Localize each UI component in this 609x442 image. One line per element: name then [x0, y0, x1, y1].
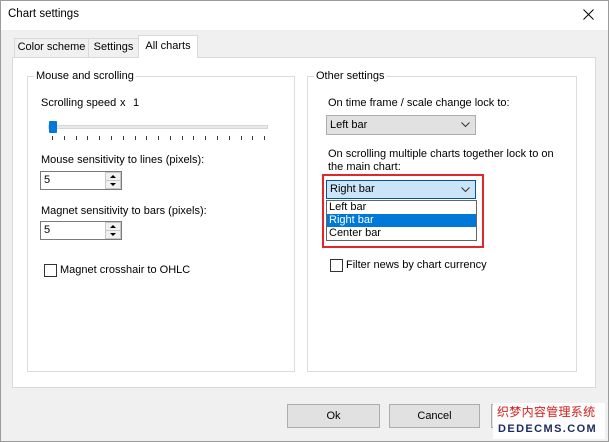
scrolling-speed-label: Scrolling speed: [41, 97, 117, 109]
mouse-sensitivity-label: Mouse sensitivity to lines (pixels):: [41, 154, 205, 166]
mouse-sensitivity-stepper[interactable]: 5: [40, 171, 122, 190]
scroll-lock-select[interactable]: Right bar: [326, 180, 476, 199]
title-bar: Chart settings: [0, 0, 609, 30]
select-value: Left bar: [330, 119, 368, 131]
tab-all-charts[interactable]: All charts: [138, 35, 198, 58]
magnet-sensitivity-value[interactable]: 5: [44, 224, 50, 237]
slider-tick: [87, 136, 89, 140]
tab-label: All charts: [145, 40, 191, 52]
slider-tick: [52, 136, 53, 140]
slider-tick: [205, 136, 207, 140]
stepper-buttons: [105, 222, 121, 239]
cancel-button[interactable]: Cancel: [389, 404, 480, 428]
spin-down-icon: [110, 233, 116, 236]
slider-tick: [228, 136, 230, 140]
slider-tick: [264, 136, 265, 140]
magnet-sensitivity-stepper[interactable]: 5: [40, 221, 122, 240]
filter-news-label: Filter news by chart currency: [346, 259, 487, 271]
slider-ticks: [46, 136, 270, 140]
magnet-sensitivity-label: Magnet sensitivity to bars (pixels):: [41, 205, 207, 217]
slider-tick: [181, 136, 183, 140]
other-settings-group: Other settings On time frame / scale cha…: [307, 69, 577, 372]
spin-down-button[interactable]: [105, 230, 121, 239]
slider-tick: [122, 136, 124, 140]
slider-tick: [75, 136, 77, 140]
tab-label: Settings: [93, 41, 134, 53]
watermark-line2: DEDECMS.COM: [498, 423, 598, 435]
mouse-sensitivity-value[interactable]: 5: [44, 174, 50, 187]
slider-tick: [252, 136, 254, 140]
scroll-lock-label: On scrolling multiple charts together lo…: [328, 148, 554, 173]
spin-down-icon: [110, 183, 116, 186]
slider-track[interactable]: [48, 125, 268, 129]
slider-thumb[interactable]: [49, 121, 57, 133]
timeframe-lock-label: On time frame / scale change lock to:: [328, 97, 510, 109]
slider-tick: [169, 136, 171, 140]
slider-tick: [110, 136, 112, 140]
slider-tick: [99, 136, 101, 140]
scrolling-speed-value: 1: [133, 97, 140, 109]
slider-tick: [216, 136, 218, 140]
ok-button[interactable]: Ok: [287, 404, 380, 428]
tab-label: Color scheme: [17, 41, 86, 53]
slider-tick: [240, 136, 242, 140]
slider-tick: [193, 136, 195, 140]
mouse-and-scrolling-group: Mouse and scrolling Scrolling speed x 1 …: [27, 69, 295, 372]
timeframe-lock-select[interactable]: Left bar: [326, 115, 476, 135]
slider-tick: [63, 136, 65, 140]
chevron-down-icon: [461, 122, 470, 128]
select-value: Right bar: [330, 183, 375, 195]
dropdown-option[interactable]: Center bar: [327, 227, 476, 240]
spin-up-icon: [110, 225, 116, 228]
tab-settings[interactable]: Settings: [88, 38, 139, 57]
scroll-lock-dropdown-list: Left bar Right bar Center bar: [326, 200, 477, 241]
filter-news-checkbox[interactable]: [330, 259, 343, 272]
group-legend: Mouse and scrolling: [34, 69, 136, 83]
slider-tick: [158, 136, 159, 140]
stepper-buttons: [105, 172, 121, 189]
spin-down-button[interactable]: [105, 180, 121, 189]
magnet-crosshair-label: Magnet crosshair to OHLC: [60, 264, 191, 276]
group-legend: Other settings: [314, 69, 387, 83]
scrolling-speed-slider[interactable]: [46, 119, 270, 143]
spin-up-icon: [110, 175, 116, 178]
watermark-line1: 织梦内容管理系统: [497, 405, 596, 419]
dropdown-option[interactable]: Right bar: [327, 214, 476, 227]
dropdown-option[interactable]: Left bar: [327, 201, 476, 214]
chart-settings-dialog: Chart settings Color scheme Settings All…: [0, 0, 609, 442]
chevron-down-icon: [461, 187, 470, 193]
magnet-crosshair-checkbox[interactable]: [44, 264, 57, 277]
slider-tick: [146, 136, 148, 140]
window-title: Chart settings: [8, 8, 79, 20]
tab-color-scheme[interactable]: Color scheme: [14, 38, 89, 57]
slider-tick: [134, 136, 136, 140]
scrolling-speed-multiplier: x: [120, 97, 126, 109]
close-icon[interactable]: [583, 9, 594, 20]
watermark: 织梦内容管理系统 DEDECMS.COM: [493, 403, 605, 439]
